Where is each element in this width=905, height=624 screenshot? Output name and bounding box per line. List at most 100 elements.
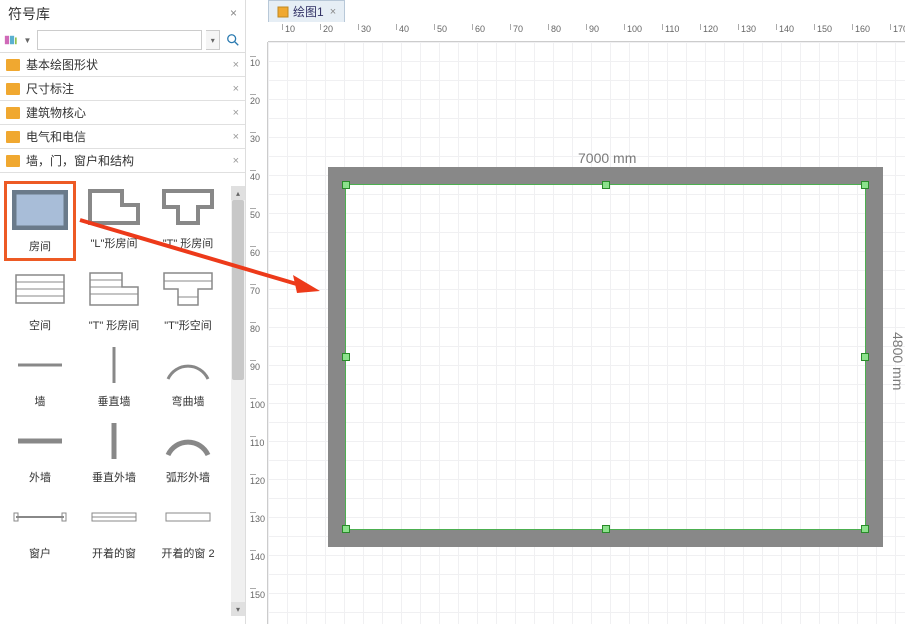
resize-handle[interactable] [602, 181, 610, 189]
shape-label: 开着的窗 [92, 545, 136, 561]
ruler-tick: 80 [250, 322, 256, 334]
category-walls[interactable]: 墙，门，窗户和结构 × [0, 149, 245, 173]
drawing-canvas[interactable]: 7000 mm 4800 mm [268, 42, 905, 624]
search-row: ▼ ▾ [0, 28, 245, 53]
ruler-tick: 70 [510, 24, 523, 30]
shape-label: 空间 [29, 317, 51, 333]
shape-open-window-2[interactable]: 开着的窗 2 [152, 491, 224, 565]
room-shape[interactable] [328, 167, 883, 547]
ruler-tick: 130 [250, 512, 256, 524]
resize-handle[interactable] [342, 181, 350, 189]
shape-space[interactable]: 空间 [4, 263, 76, 337]
category-label: 墙，门，窗户和结构 [26, 152, 134, 169]
category-basic-shapes[interactable]: 基本绘图形状× [0, 53, 245, 77]
shape-t-room[interactable]: "T" 形房间 [152, 181, 224, 261]
shape-t-room-2[interactable]: "T" 形房间 [78, 263, 150, 337]
category-label: 电气和电信 [26, 128, 86, 145]
search-dropdown-icon[interactable]: ▾ [206, 30, 220, 50]
category-dimensions[interactable]: 尺寸标注× [0, 77, 245, 101]
shape-window[interactable]: 窗户 [4, 491, 76, 565]
ruler-tick: 30 [358, 24, 371, 30]
folder-icon [6, 131, 20, 143]
scroll-thumb[interactable] [232, 200, 244, 380]
resize-handle[interactable] [861, 525, 869, 533]
shape-label: 弧形外墙 [166, 469, 210, 485]
search-icon[interactable] [224, 30, 241, 50]
ruler-tick: 10 [250, 56, 256, 68]
shape-label: 外墙 [29, 469, 51, 485]
ruler-tick: 130 [738, 24, 756, 30]
scroll-up-icon[interactable]: ▴ [231, 186, 245, 200]
shape-room[interactable]: 房间 [4, 181, 76, 261]
shape-l-room[interactable]: "L"形房间 [78, 181, 150, 261]
tab-label: 绘图1 [293, 3, 324, 20]
sidebar-scrollbar[interactable]: ▴ ▾ [231, 186, 245, 616]
shape-arc-ext-wall[interactable]: 弧形外墙 [152, 415, 224, 489]
ruler-tick: 170 [890, 24, 905, 30]
resize-handle[interactable] [861, 353, 869, 361]
resize-handle[interactable] [602, 525, 610, 533]
shape-label: "L"形房间 [91, 235, 138, 251]
shape-curved-wall[interactable]: 弯曲墙 [152, 339, 224, 413]
library-dropdown-icon[interactable]: ▼ [22, 36, 34, 45]
shape-open-window[interactable]: 开着的窗 [78, 491, 150, 565]
ruler-tick: 40 [396, 24, 409, 30]
category-close-icon[interactable]: × [233, 59, 239, 71]
library-icon[interactable] [4, 32, 18, 48]
shape-label: 开着的窗 2 [161, 545, 214, 561]
tab-close-icon[interactable]: × [330, 6, 336, 18]
shape-label: 弯曲墙 [172, 393, 205, 409]
ruler-tick: 60 [472, 24, 485, 30]
folder-icon [6, 107, 20, 119]
shape-label: "T"形空间 [164, 317, 212, 333]
shape-ext-wall[interactable]: 外墙 [4, 415, 76, 489]
shape-label: 窗户 [29, 545, 51, 561]
resize-handle[interactable] [342, 353, 350, 361]
shape-label: 垂直墙 [98, 393, 131, 409]
category-building-core[interactable]: 建筑物核心 × [0, 101, 245, 125]
shape-wall[interactable]: 墙 [4, 339, 76, 413]
document-icon [277, 6, 289, 18]
ruler-tick: 100 [624, 24, 642, 30]
resize-handle[interactable] [861, 181, 869, 189]
shape-label: 墙 [35, 393, 46, 409]
ruler-tick: 110 [250, 436, 256, 448]
ruler-tick: 100 [250, 398, 256, 410]
shape-label: "T" 形房间 [163, 235, 214, 251]
ruler-tick: 30 [250, 132, 256, 144]
ruler-tick: 70 [250, 284, 256, 296]
height-dimension: 4800 mm [890, 332, 905, 390]
ruler-tick: 20 [320, 24, 333, 30]
category-close-icon[interactable]: × [233, 155, 239, 167]
ruler-tick: 150 [250, 588, 256, 600]
category-electrical[interactable]: 电气和电信 × [0, 125, 245, 149]
vertical-ruler: 102030405060708090100110120130140150 [248, 42, 268, 624]
shape-label: "T" 形房间 [89, 317, 140, 333]
shape-t-space[interactable]: "T"形空间 [152, 263, 224, 337]
category-close-icon[interactable]: × [233, 107, 239, 119]
panel-title: 符号库 [0, 0, 245, 28]
symbol-library-panel: 符号库 × ▼ ▾ 基本绘图形状× 尺寸标注× 建筑物核心 × 电气和电信 × 墙，… [0, 0, 246, 624]
resize-handle[interactable] [342, 525, 350, 533]
category-label: 建筑物核心 [26, 104, 86, 121]
scroll-down-icon[interactable]: ▾ [231, 602, 245, 616]
width-dimension: 7000 mm [578, 150, 636, 166]
shape-vwall[interactable]: 垂直墙 [78, 339, 150, 413]
tab-drawing-1[interactable]: 绘图1 × [268, 0, 345, 22]
ruler-tick: 50 [250, 208, 256, 220]
shape-vert-ext-wall[interactable]: 垂直外墙 [78, 415, 150, 489]
ruler-tick: 40 [250, 170, 256, 182]
folder-icon [6, 59, 20, 71]
ruler-tick: 140 [776, 24, 794, 30]
ruler-tick: 160 [852, 24, 870, 30]
horizontal-ruler: 1020304050607080901001101201301401501601… [268, 22, 905, 42]
ruler-tick: 120 [250, 474, 256, 486]
search-input[interactable] [37, 30, 202, 50]
category-close-icon[interactable]: × [233, 83, 239, 95]
shapes-grid: 房间 "L"形房间 "T" 形房间 空间 "T" 形房间 "T"形空间 墙 [0, 173, 245, 573]
ruler-tick: 120 [700, 24, 718, 30]
ruler-tick: 50 [434, 24, 447, 30]
panel-close-icon[interactable]: × [230, 6, 237, 20]
ruler-tick: 60 [250, 246, 256, 258]
category-close-icon[interactable]: × [233, 131, 239, 143]
